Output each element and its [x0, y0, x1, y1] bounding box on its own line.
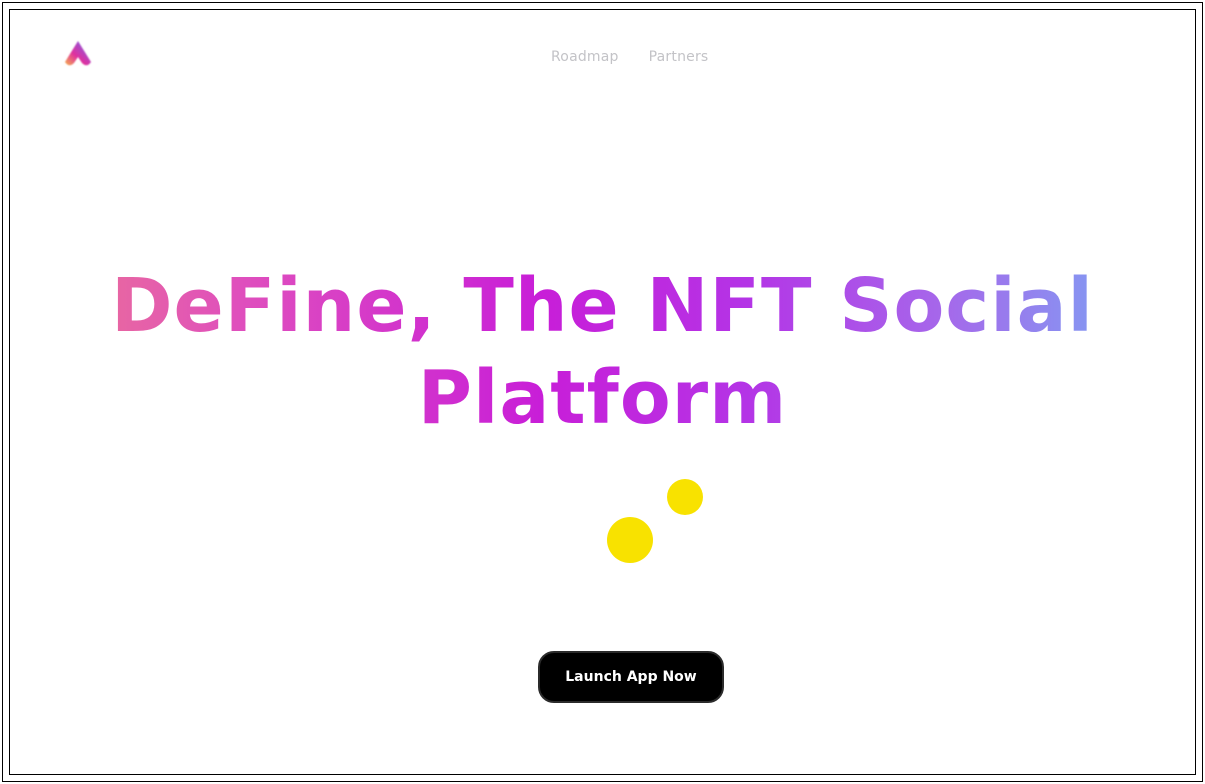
- define-logo-icon[interactable]: [61, 38, 95, 72]
- hero-title-line-1: DeFine, The NFT Social: [111, 263, 1094, 349]
- hero-title: DeFine, The NFT Social Platform: [0, 260, 1205, 444]
- hero-title-line-2: Platform: [417, 355, 788, 441]
- decorative-dot-small: [667, 479, 703, 515]
- top-nav: Roadmap Partners: [551, 47, 708, 67]
- nav-partners-link[interactable]: Partners: [649, 47, 709, 67]
- launch-app-button[interactable]: Launch App Now: [538, 651, 724, 703]
- nav-roadmap-link[interactable]: Roadmap: [551, 47, 619, 67]
- decorative-dot-large: [607, 517, 653, 563]
